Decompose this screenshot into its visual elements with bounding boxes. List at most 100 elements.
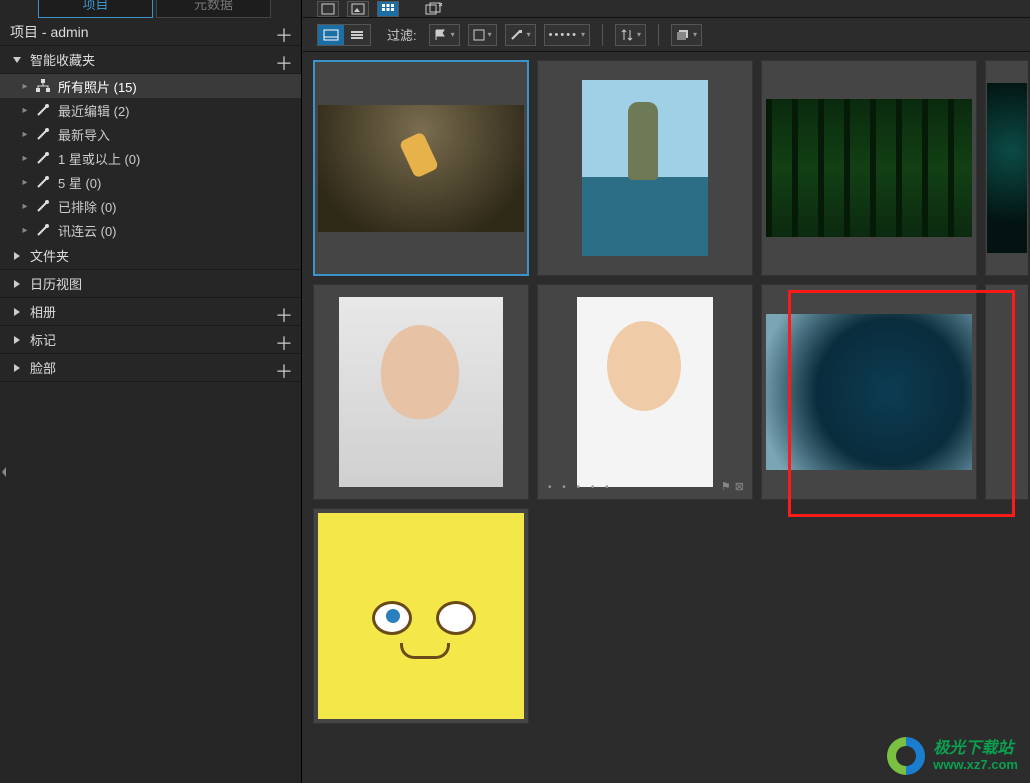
chevron-right-icon <box>10 361 24 375</box>
thumbnail[interactable] <box>537 60 753 276</box>
smart-collection-tree: ▸ 所有照片 (15) ▸ 最近编辑 (2) ▸ 最新导入 ▸ 1 星或 <box>0 74 301 242</box>
watermark: 极光下载站 www.xz7.com <box>887 737 1018 775</box>
chevron-right-icon: ▸ <box>20 129 30 140</box>
tab-metadata[interactable]: 元数据 <box>156 0 271 18</box>
tree-item-label: 讯连云 (0) <box>58 221 117 240</box>
brush-icon <box>510 29 524 41</box>
single-view-icon[interactable] <box>317 1 339 17</box>
chevron-right-icon: ▸ <box>20 225 30 236</box>
tree-item-label: 5 星 (0) <box>58 173 101 192</box>
tree-recent-edit[interactable]: ▸ 最近编辑 (2) <box>0 98 301 122</box>
add-tag-icon[interactable]: ＋ <box>275 330 293 356</box>
watermark-title: 极光下载站 <box>933 740 1018 758</box>
tree-cloud[interactable]: ▸ 讯连云 (0) <box>0 218 301 242</box>
view-toolbar <box>303 0 1030 18</box>
stack-dropdown[interactable]: ▾ <box>671 24 702 46</box>
project-bar[interactable]: 项目 - admin ＋ <box>0 18 301 46</box>
tree-recent-import[interactable]: ▸ 最新导入 <box>0 122 301 146</box>
project-label: 项目 - admin <box>10 22 89 42</box>
sidebar-collapse-handle[interactable] <box>0 460 10 484</box>
sort-icon <box>620 28 634 42</box>
tree-item-label: 所有照片 (15) <box>58 77 137 96</box>
sidebar: 项目 元数据 项目 - admin ＋ 智能收藏夹 ＋ ▸ 所有照片 (15) … <box>0 0 302 783</box>
caret-down-icon: ▾ <box>581 30 585 39</box>
thumbnail-image <box>987 83 1027 253</box>
sort-dropdown[interactable]: ▾ <box>615 24 646 46</box>
thumbnail-image <box>318 105 524 232</box>
tree-excluded[interactable]: ▸ 已排除 (0) <box>0 194 301 218</box>
thumbnail[interactable] <box>985 60 1028 276</box>
chevron-right-icon <box>10 333 24 347</box>
tree-item-label: 1 星或以上 (0) <box>58 149 140 168</box>
rating-dots[interactable]: • • • • • <box>548 482 613 493</box>
filter-edit-dropdown[interactable]: ▾ <box>505 24 536 46</box>
thumb-list-icon[interactable] <box>344 25 370 45</box>
tree-item-label: 最新导入 <box>58 125 110 144</box>
caret-down-icon: ▾ <box>488 30 492 39</box>
watermark-url: www.xz7.com <box>933 758 1018 772</box>
tags-header[interactable]: 标记 ＋ <box>0 326 301 354</box>
dots-icon: ••••• <box>549 29 578 41</box>
filter-toolbar: 过滤: ▾ ▾ ▾ ••••• ▾ ▾ ▾ <box>303 18 1030 52</box>
separator <box>602 24 603 46</box>
main-panel: 过滤: ▾ ▾ ▾ ••••• ▾ ▾ ▾ <box>303 0 1030 783</box>
caret-down-icon: ▾ <box>451 30 455 39</box>
chevron-right-icon <box>10 249 24 263</box>
thumbnail[interactable] <box>313 60 529 276</box>
reject-icon[interactable]: ⊠ <box>735 480 744 493</box>
smart-collection-header[interactable]: 智能收藏夹 ＋ <box>0 46 301 74</box>
smart-collection-label: 智能收藏夹 <box>30 50 95 69</box>
add-project-icon[interactable]: ＋ <box>275 22 293 48</box>
section-label: 相册 <box>30 302 56 321</box>
chevron-right-icon: ▸ <box>20 105 30 116</box>
watermark-logo-icon <box>887 737 925 775</box>
add-face-icon[interactable]: ＋ <box>275 358 293 384</box>
thumb-info-on-icon[interactable] <box>318 25 344 45</box>
tree-one-star[interactable]: ▸ 1 星或以上 (0) <box>0 146 301 170</box>
albums-header[interactable]: 相册 ＋ <box>0 298 301 326</box>
wand-icon <box>34 149 52 167</box>
calendar-header[interactable]: 日历视图 <box>0 270 301 298</box>
wand-icon <box>34 101 52 119</box>
chevron-right-icon: ▸ <box>20 201 30 212</box>
chevron-right-icon <box>10 305 24 319</box>
thumbnail-image <box>582 80 708 256</box>
tree-all-photos[interactable]: ▸ 所有照片 (15) <box>0 74 301 98</box>
sidebar-tabs: 项目 元数据 <box>0 0 301 18</box>
flag-icon[interactable]: ⚑ <box>721 480 731 493</box>
thumbnail[interactable] <box>313 284 529 500</box>
image-view-icon[interactable] <box>347 1 369 17</box>
filter-label: 过滤: <box>387 25 417 44</box>
section-label: 日历视图 <box>30 274 82 293</box>
tree-item-label: 已排除 (0) <box>58 197 117 216</box>
square-icon <box>473 29 485 41</box>
structure-icon <box>34 77 52 95</box>
caret-down-icon: ▾ <box>637 30 641 39</box>
grid-view-icon[interactable] <box>377 1 399 17</box>
wand-icon <box>34 221 52 239</box>
thumbnail-image <box>766 314 972 470</box>
section-label: 标记 <box>30 330 56 349</box>
filter-rating-dropdown[interactable]: ••••• ▾ <box>544 24 590 46</box>
add-smart-collection-icon[interactable]: ＋ <box>275 50 293 76</box>
thumbnail[interactable]: • • • • • ⚑ ⊠ <box>537 284 753 500</box>
filter-flag-dropdown[interactable]: ▾ <box>429 24 460 46</box>
thumbnail[interactable] <box>985 284 1028 500</box>
wand-icon <box>34 197 52 215</box>
compare-view-icon[interactable] <box>423 1 445 17</box>
thumbnail-image <box>318 513 524 719</box>
section-label: 文件夹 <box>30 246 69 265</box>
tree-five-star[interactable]: ▸ 5 星 (0) <box>0 170 301 194</box>
thumbnail[interactable] <box>761 60 977 276</box>
thumbnail[interactable] <box>313 508 529 724</box>
faces-header[interactable]: 脸部 ＋ <box>0 354 301 382</box>
add-album-icon[interactable]: ＋ <box>275 302 293 328</box>
flag-icon <box>434 29 448 41</box>
tree-item-label: 最近编辑 (2) <box>58 101 130 120</box>
chevron-down-icon <box>10 53 24 67</box>
tab-project[interactable]: 项目 <box>38 0 153 18</box>
separator <box>658 24 659 46</box>
filter-label-dropdown[interactable]: ▾ <box>468 24 497 46</box>
thumbnail[interactable] <box>761 284 977 500</box>
folders-header[interactable]: 文件夹 <box>0 242 301 270</box>
